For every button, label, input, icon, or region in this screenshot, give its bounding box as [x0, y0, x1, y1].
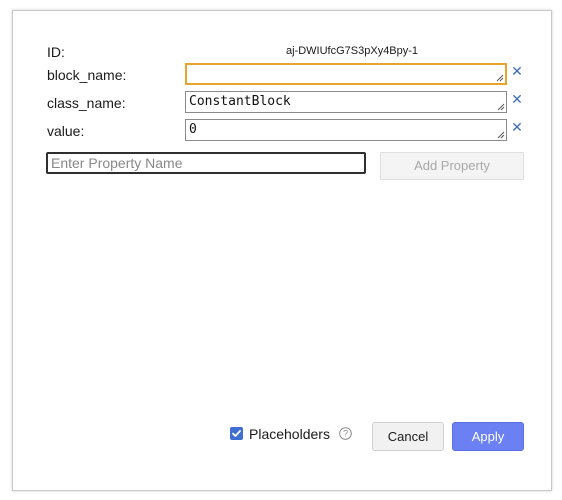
id-label: ID:	[47, 44, 65, 60]
close-icon[interactable]: ✕	[511, 93, 523, 107]
resize-grip-icon[interactable]	[497, 103, 505, 111]
id-value: aj-DWIUfcG7S3pXy4Bpy-1	[286, 45, 419, 57]
resize-grip-icon[interactable]	[497, 131, 505, 139]
resize-grip-icon[interactable]	[496, 74, 504, 82]
cancel-button[interactable]: Cancel	[372, 422, 444, 451]
property-name-placeholder: Enter Property Name	[51, 155, 183, 171]
property-value-value: 0	[189, 122, 197, 137]
close-icon[interactable]: ✕	[511, 65, 523, 79]
property-name-input[interactable]: Enter Property Name	[46, 152, 366, 174]
placeholders-checkbox[interactable]	[230, 427, 243, 440]
property-field-class-name[interactable]: ConstantBlock	[185, 91, 507, 113]
properties-dialog: ID: aj-DWIUfcG7S3pXy4Bpy-1 block_name: ✕…	[12, 10, 552, 491]
property-label-value: value:	[47, 123, 85, 139]
property-value-class-name: ConstantBlock	[189, 94, 291, 109]
placeholders-label: Placeholders	[249, 426, 330, 442]
help-circle-icon[interactable]: ?	[339, 427, 352, 440]
close-icon[interactable]: ✕	[511, 121, 523, 135]
property-field-value[interactable]: 0	[185, 119, 507, 141]
checkmark-icon	[232, 430, 241, 437]
svg-text:?: ?	[343, 429, 348, 439]
property-label-class-name: class_name:	[47, 95, 126, 111]
add-property-button[interactable]: Add Property	[380, 152, 524, 180]
property-field-block-name[interactable]	[185, 63, 507, 85]
property-label-block-name: block_name:	[47, 67, 127, 83]
apply-button[interactable]: Apply	[452, 422, 524, 451]
